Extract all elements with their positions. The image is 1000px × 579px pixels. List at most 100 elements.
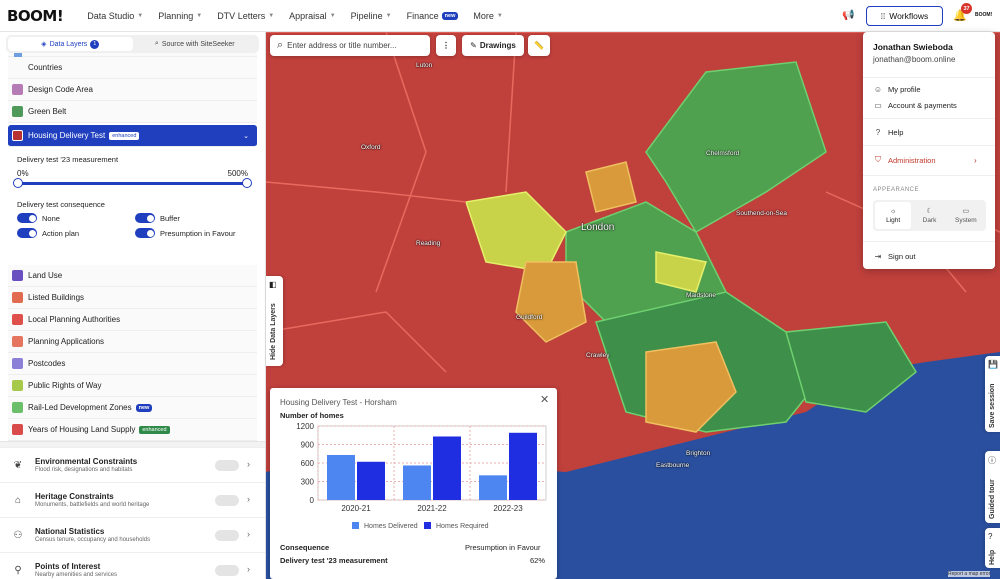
- toggle-presumption[interactable]: Presumption in Favour: [135, 228, 253, 238]
- megaphone-icon[interactable]: 📢: [842, 10, 854, 21]
- nav-appraisal[interactable]: Appraisal ▼: [289, 11, 335, 21]
- appearance-heading: APPEARANCE: [873, 187, 920, 193]
- menu-item-my-profile[interactable]: ☺ My profile: [873, 85, 921, 94]
- group-title: Environmental Constraints: [35, 457, 138, 466]
- enhanced-badge: enhanced: [139, 425, 170, 434]
- help-tab[interactable]: ? Help: [985, 528, 1000, 568]
- tab-siteseeker[interactable]: ⌕ Source with SiteSeeker: [133, 37, 258, 51]
- layer-item-housing-delivery-test[interactable]: Housing Delivery Test enhanced ⌄: [8, 125, 257, 147]
- theme-light[interactable]: ☼ Light: [875, 202, 912, 229]
- pin-icon: ⚲: [14, 564, 22, 576]
- drawings-button[interactable]: ✎ Drawings: [462, 35, 524, 56]
- menu-item-account-payments[interactable]: ▭ Account & payments: [873, 101, 957, 110]
- slider-max-label: 500%: [227, 169, 248, 178]
- layer-item-design-code-area[interactable]: Design Code Area: [8, 79, 257, 101]
- layer-item-listed-buildings[interactable]: Listed Buildings: [8, 287, 257, 309]
- nav-data-studio[interactable]: Data Studio ▼: [87, 11, 143, 21]
- chevron-down-icon[interactable]: ⌄: [243, 132, 249, 140]
- measurement-range-slider[interactable]: [13, 178, 252, 188]
- map-attribution[interactable]: Report a map error: [948, 571, 991, 577]
- monitor-icon: ▭: [962, 208, 970, 215]
- nav-pipeline[interactable]: Pipeline ▼: [351, 11, 392, 21]
- chevron-right-icon[interactable]: ›: [247, 564, 250, 574]
- consequence-label: Delivery test consequence: [17, 200, 105, 209]
- nav-finance[interactable]: Finance new: [407, 11, 459, 21]
- toggle-none[interactable]: None: [17, 213, 135, 223]
- address-search-input[interactable]: ⌕ Enter address or title number...: [270, 35, 430, 56]
- close-icon[interactable]: ✕: [540, 393, 549, 406]
- chevron-right-icon[interactable]: ›: [247, 459, 250, 469]
- save-session-tab[interactable]: 💾 Save session: [985, 356, 1000, 432]
- group-points-of-interest[interactable]: ⚲ Points of Interest Nearby amenities and…: [0, 552, 265, 579]
- main-nav: Data Studio ▼ Planning ▼ DTV Letters ▼ Appr…: [87, 11, 518, 21]
- toggle-switch[interactable]: [17, 228, 37, 238]
- layer-label: Countries: [28, 63, 63, 72]
- toggle-action-plan[interactable]: Action plan: [17, 228, 135, 238]
- nav-label: Pipeline: [350, 10, 383, 21]
- group-toggle[interactable]: [215, 530, 239, 541]
- toggle-switch[interactable]: [135, 213, 155, 223]
- layer-swatch: [12, 424, 23, 435]
- measure-button[interactable]: 📏: [528, 35, 550, 56]
- layer-item-public-rights-of-way[interactable]: Public Rights of Way: [8, 375, 257, 397]
- workflows-button[interactable]: ⁞⁞ Workflows: [866, 6, 943, 26]
- boom-logo[interactable]: BOOM!: [7, 7, 64, 25]
- notification-count: 37: [961, 3, 972, 14]
- chevron-right-icon[interactable]: ›: [247, 529, 250, 539]
- group-toggle[interactable]: [215, 460, 239, 471]
- theme-dark[interactable]: ☾ Dark: [911, 202, 947, 229]
- bar-homes-delivered: [403, 465, 431, 500]
- group-subtitle: Monuments, battlefields and world herita…: [35, 502, 150, 508]
- toggle-switch[interactable]: [17, 213, 37, 223]
- menu-item-administration[interactable]: ⛉ Administration: [873, 155, 936, 165]
- nav-more[interactable]: More ▼: [473, 11, 502, 21]
- layer-item-local-planning-authorities[interactable]: Local Planning Authorities: [8, 309, 257, 331]
- slider-max-handle[interactable]: [242, 178, 252, 188]
- slider-min-handle[interactable]: [13, 178, 23, 188]
- group-toggle[interactable]: [215, 495, 239, 506]
- layer-swatch: [12, 130, 23, 141]
- more-options-button[interactable]: ⋮: [436, 35, 456, 56]
- layer-item-postcodes[interactable]: Postcodes: [8, 353, 257, 375]
- group-environmental-constraints[interactable]: ❦ Environmental Constraints Flood risk, d…: [0, 447, 265, 482]
- landmark-icon: ⌂: [14, 494, 22, 506]
- menu-item-help[interactable]: ? Help: [873, 128, 904, 137]
- layer-item-green-belt[interactable]: Green Belt: [8, 101, 257, 123]
- group-heritage-constraints[interactable]: ⌂ Heritage Constraints Monuments, battlef…: [0, 482, 265, 517]
- map-label: Reading: [416, 240, 441, 247]
- layer-item-countries[interactable]: Countries: [8, 57, 257, 79]
- avatar[interactable]: BOOM!: [975, 12, 992, 18]
- layer-label: Local Planning Authorities: [28, 315, 121, 324]
- layer-label: Green Belt: [28, 107, 67, 116]
- nav-label: More: [473, 10, 494, 21]
- menu-item-sign-out[interactable]: ⇥ Sign out: [873, 252, 916, 261]
- bar-homes-required: [433, 436, 461, 500]
- nav-planning[interactable]: Planning ▼: [158, 11, 202, 21]
- search-placeholder: Enter address or title number...: [287, 41, 397, 50]
- layer-swatch: [12, 292, 23, 303]
- map-label: London: [581, 222, 615, 233]
- sun-icon: ☼: [889, 207, 897, 215]
- measurement-label: Delivery test '23 measurement: [17, 155, 119, 164]
- layer-item-rail-led-development-zones[interactable]: Rail-Led Development Zones new: [8, 397, 257, 419]
- layer-item-planning-applications[interactable]: Planning Applications: [8, 331, 257, 353]
- chevron-right-icon[interactable]: ›: [247, 494, 250, 504]
- group-toggle[interactable]: [215, 565, 239, 576]
- hide-layers-label: Hide Data Layers: [270, 303, 277, 360]
- layer-item-land-use[interactable]: Land Use: [8, 265, 257, 287]
- toggle-buffer[interactable]: Buffer: [135, 213, 253, 223]
- save-session-label: Save session: [989, 383, 996, 428]
- theme-system[interactable]: ▭ System: [948, 202, 984, 229]
- map-label: Brighton: [686, 450, 711, 457]
- guided-tour-tab[interactable]: ⓘ Guided tour: [985, 451, 1000, 523]
- layer-item-years-of-housing-land-supply[interactable]: Years of Housing Land Supply enhanced: [8, 419, 257, 441]
- tab-data-layers[interactable]: ◈ Data Layers 1: [8, 37, 133, 51]
- toggle-switch[interactable]: [135, 228, 155, 238]
- card-icon: ▭: [874, 101, 882, 110]
- group-national-statistics[interactable]: ⚇ National Statistics Census tenure, occu…: [0, 517, 265, 552]
- hide-data-layers-tab[interactable]: Hide Data Layers ◧: [266, 276, 283, 366]
- chevron-right-icon: ›: [974, 156, 977, 165]
- measurement-value: 62%: [530, 556, 546, 565]
- nav-dtv-letters[interactable]: DTV Letters ▼: [217, 11, 274, 21]
- help-circle-icon: ⓘ: [988, 456, 996, 465]
